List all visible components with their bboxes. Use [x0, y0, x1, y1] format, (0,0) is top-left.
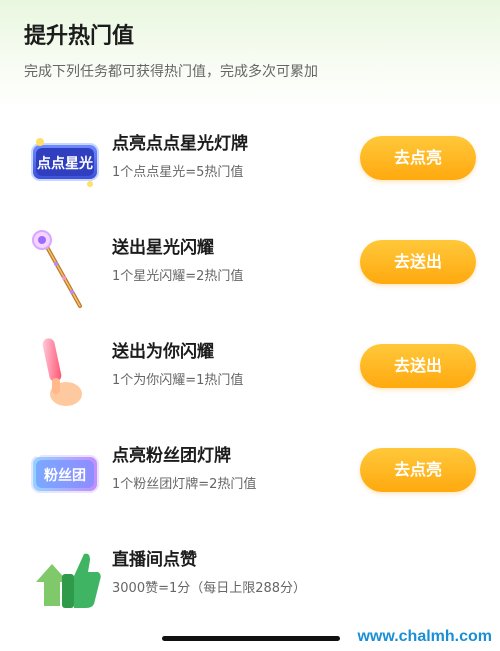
- watermark: www.chalmh.com: [357, 628, 492, 645]
- badge-text: 点点星光: [37, 155, 93, 172]
- task-name: 点亮粉丝团灯牌: [112, 446, 231, 466]
- home-indicator: [162, 636, 340, 641]
- task-desc: 1个粉丝团灯牌=2热门值: [112, 477, 257, 492]
- task-row-fan-club: 粉丝团 点亮粉丝团灯牌 1个粉丝团灯牌=2热门值 去点亮: [0, 434, 500, 514]
- page-title: 提升热门值: [24, 24, 135, 49]
- thumbs-up-icon: [28, 542, 102, 614]
- task-row-star-light: 点点星光 点亮点点星光灯牌 1个点点星光=5热门值 去点亮: [0, 122, 500, 202]
- task-desc: 3000赞=1分（每日上限288分）: [112, 581, 307, 596]
- magic-wand-icon: [28, 230, 102, 308]
- light-up-button[interactable]: 去点亮: [360, 136, 476, 180]
- glow-stick-hand-icon: [28, 334, 102, 406]
- task-row-star-shine: 送出星光闪耀 1个星光闪耀=2热门值 去送出: [0, 226, 500, 308]
- task-desc: 1个星光闪耀=2热门值: [112, 269, 244, 284]
- send-button[interactable]: 去送出: [360, 240, 476, 284]
- task-name: 点亮点点星光灯牌: [112, 134, 248, 154]
- send-button[interactable]: 去送出: [360, 344, 476, 388]
- badge-text: 粉丝团: [44, 467, 86, 484]
- page-subtitle: 完成下列任务都可获得热门值，完成多次可累加: [24, 64, 318, 80]
- task-row-shine-for-you: 送出为你闪耀 1个为你闪耀=1热门值 去送出: [0, 330, 500, 410]
- light-up-button[interactable]: 去点亮: [360, 448, 476, 492]
- star-light-badge-icon: 点点星光: [28, 126, 102, 198]
- task-desc: 1个点点星光=5热门值: [112, 165, 244, 180]
- task-name: 直播间点赞: [112, 550, 197, 570]
- panel-header: 提升热门值 完成下列任务都可获得热门值，完成多次可累加: [24, 22, 476, 82]
- task-name: 送出星光闪耀: [112, 238, 214, 258]
- task-name: 送出为你闪耀: [112, 342, 214, 362]
- task-desc: 1个为你闪耀=1热门值: [112, 373, 244, 388]
- task-row-likes: 直播间点赞 3000赞=1分（每日上限288分）: [0, 538, 500, 618]
- fan-club-badge-icon: 粉丝团: [28, 438, 102, 510]
